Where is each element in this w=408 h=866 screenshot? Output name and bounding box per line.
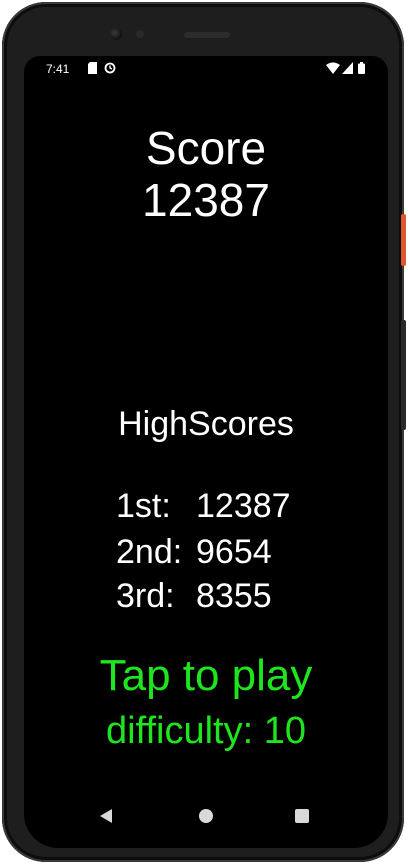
front-camera <box>110 28 122 40</box>
highscore-rank: 3rd: <box>116 577 175 615</box>
earpiece-speaker <box>184 32 230 38</box>
phone-frame: 7:41 Score 12387 HighScores 1st: 12387 2… <box>2 2 406 862</box>
recents-icon[interactable] <box>294 808 310 824</box>
power-button <box>401 214 406 266</box>
highscore-value: 9654 <box>196 533 272 571</box>
tap-to-play-button[interactable]: Tap to play <box>24 650 388 702</box>
home-icon[interactable] <box>198 808 214 824</box>
back-icon[interactable] <box>98 808 114 824</box>
highscore-value: 8355 <box>196 577 272 615</box>
volume-button <box>401 320 406 430</box>
game-screen[interactable]: 7:41 Score 12387 HighScores 1st: 12387 2… <box>24 56 388 848</box>
status-bar: 7:41 <box>24 56 388 82</box>
highscores-title: HighScores <box>118 405 294 443</box>
navigation-bar <box>24 792 388 848</box>
proximity-sensor <box>136 30 144 38</box>
difficulty-label[interactable]: difficulty: 10 <box>24 708 388 754</box>
score-label: Score <box>145 122 267 174</box>
sync-icon <box>104 62 116 74</box>
highscore-row: 3rd: 8355 <box>116 574 272 618</box>
battery-icon <box>358 62 365 74</box>
highscore-row: 2nd: 9654 <box>116 530 272 574</box>
sd-card-icon <box>88 62 97 74</box>
status-time: 7:41 <box>46 62 70 76</box>
wifi-icon <box>326 62 340 74</box>
score-value: 12387 <box>142 174 270 226</box>
highscore-rank: 1st: <box>116 487 171 525</box>
signal-icon <box>342 62 353 74</box>
highscore-rank: 2nd: <box>116 533 183 571</box>
highscore-value: 12387 <box>196 487 291 525</box>
highscore-row: 1st: 12387 <box>116 484 291 528</box>
